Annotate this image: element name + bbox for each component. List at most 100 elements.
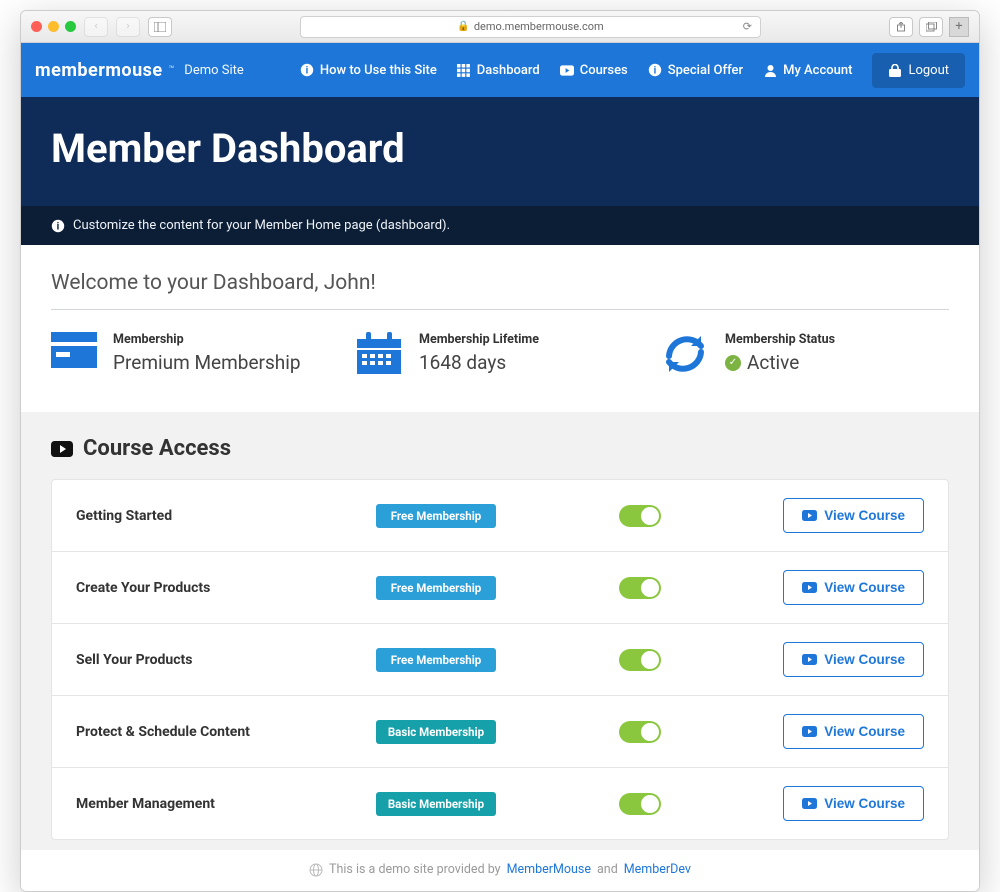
grid-icon: [457, 63, 471, 77]
browser-toolbar: ‹ › 🔒 demo.membermouse.com ⟳ +: [21, 11, 979, 43]
page-content: membermouse ™ Demo Site i How to Use thi…: [21, 43, 979, 891]
footer-link-membermouse[interactable]: MemberMouse: [507, 862, 591, 877]
course-section-title: Course Access: [51, 436, 949, 461]
nav-special-offer-label: Special Offer: [668, 63, 743, 78]
course-list: Getting Started Free Membership View Cours…: [51, 479, 949, 840]
view-course-button[interactable]: View Course: [783, 642, 924, 677]
lock-icon: [888, 63, 902, 77]
nav-how-to[interactable]: i How to Use this Site: [300, 63, 437, 78]
stat-status-label: Membership Status: [725, 332, 835, 347]
nav-links: i How to Use this Site Dashboard Courses…: [300, 53, 965, 88]
nav-courses-label: Courses: [580, 63, 628, 78]
address-bar[interactable]: 🔒 demo.membermouse.com ⟳: [300, 16, 761, 38]
nav-my-account[interactable]: My Account: [763, 63, 852, 78]
video-icon: [51, 441, 73, 457]
globe-icon: [309, 863, 323, 877]
page-title: Member Dashboard: [21, 97, 979, 206]
info-banner: i Customize the content for your Member …: [21, 206, 979, 245]
membership-tier-badge: Basic Membership: [376, 792, 496, 816]
video-icon: [802, 654, 817, 665]
course-access-section: Course Access Getting Started Free Member…: [21, 412, 979, 850]
nav-my-account-label: My Account: [783, 63, 852, 78]
course-name: Create Your Products: [76, 580, 356, 596]
svg-text:i: i: [306, 66, 309, 77]
forward-button[interactable]: ›: [116, 17, 140, 37]
card-icon: [51, 332, 97, 376]
stat-lifetime-label: Membership Lifetime: [419, 332, 539, 347]
nav-how-to-label: How to Use this Site: [320, 63, 437, 78]
new-tab-button[interactable]: +: [949, 17, 969, 37]
footer-prefix: This is a demo site provided by: [329, 862, 501, 877]
access-toggle[interactable]: [619, 577, 661, 599]
reload-icon[interactable]: ⟳: [743, 20, 752, 33]
info-banner-text: Customize the content for your Member Ho…: [73, 218, 450, 233]
access-toggle[interactable]: [619, 649, 661, 671]
membership-tier-badge: Basic Membership: [376, 720, 496, 744]
view-course-button[interactable]: View Course: [783, 570, 924, 605]
top-nav: membermouse ™ Demo Site i How to Use thi…: [21, 43, 979, 97]
video-icon: [802, 510, 817, 521]
view-course-button[interactable]: View Course: [783, 714, 924, 749]
back-button[interactable]: ‹: [84, 17, 108, 37]
minimize-window-icon[interactable]: [48, 21, 59, 32]
tm-mark: ™: [169, 65, 175, 75]
brand-subtitle: Demo Site: [184, 63, 244, 78]
view-course-button[interactable]: View Course: [783, 498, 924, 533]
course-name: Getting Started: [76, 508, 356, 524]
svg-text:i: i: [653, 66, 656, 77]
nav-special-offer[interactable]: i Special Offer: [648, 63, 743, 78]
video-icon: [802, 726, 817, 737]
stat-status: Membership Status ✓ Active: [663, 332, 949, 376]
access-toggle[interactable]: [619, 505, 661, 527]
stat-membership-label: Membership: [113, 332, 301, 347]
info-icon: i: [300, 63, 314, 77]
course-name: Member Management: [76, 796, 356, 812]
user-icon: [763, 63, 777, 77]
window-controls: [31, 21, 76, 32]
membership-tier-badge: Free Membership: [376, 648, 496, 672]
nav-dashboard-label: Dashboard: [477, 63, 540, 78]
refresh-icon: [663, 332, 709, 376]
lock-icon: 🔒: [457, 21, 469, 32]
course-name: Sell Your Products: [76, 652, 356, 668]
zoom-window-icon[interactable]: [65, 21, 76, 32]
footer-link-memberdev[interactable]: MemberDev: [624, 862, 691, 877]
membership-tier-badge: Free Membership: [376, 576, 496, 600]
calendar-icon: [357, 332, 403, 376]
logout-label: Logout: [908, 63, 949, 78]
footer-mid: and: [597, 862, 618, 877]
access-toggle[interactable]: [619, 721, 661, 743]
stat-status-value: ✓ Active: [725, 351, 835, 374]
logout-button[interactable]: Logout: [872, 53, 965, 88]
course-row: Getting Started Free Membership View Cours…: [52, 480, 948, 552]
svg-text:i: i: [57, 221, 60, 232]
stat-lifetime-value: 1648 days: [419, 351, 539, 374]
tabs-button[interactable]: [919, 17, 943, 37]
access-toggle[interactable]: [619, 793, 661, 815]
course-row: Create Your Products Free Membership View …: [52, 552, 948, 624]
browser-window: ‹ › 🔒 demo.membermouse.com ⟳ + membermou…: [20, 10, 980, 892]
course-row: Protect & Schedule Content Basic Membersh…: [52, 696, 948, 768]
nav-courses[interactable]: Courses: [560, 63, 628, 78]
nav-dashboard[interactable]: Dashboard: [457, 63, 540, 78]
course-row: Sell Your Products Free Membership View Co…: [52, 624, 948, 696]
check-icon: ✓: [725, 355, 741, 371]
stats-row: Membership Premium Membership Membership…: [51, 332, 949, 376]
video-icon: [802, 582, 817, 593]
footer: This is a demo site provided by MemberMo…: [51, 850, 949, 891]
welcome-heading: Welcome to your Dashboard, John!: [51, 271, 949, 310]
brand-logo-text: membermouse: [35, 60, 163, 81]
course-name: Protect & Schedule Content: [76, 724, 356, 740]
course-row: Member Management Basic Membership View Co…: [52, 768, 948, 839]
url-text: demo.membermouse.com: [474, 20, 604, 33]
stat-membership-value: Premium Membership: [113, 351, 301, 374]
close-window-icon[interactable]: [31, 21, 42, 32]
sidebar-toggle-button[interactable]: [148, 17, 172, 37]
stat-lifetime: Membership Lifetime 1648 days: [357, 332, 643, 376]
brand[interactable]: membermouse ™ Demo Site: [35, 60, 244, 81]
view-course-button[interactable]: View Course: [783, 786, 924, 821]
stat-membership: Membership Premium Membership: [51, 332, 337, 376]
membership-tier-badge: Free Membership: [376, 504, 496, 528]
video-icon: [560, 63, 574, 77]
share-button[interactable]: [889, 17, 913, 37]
